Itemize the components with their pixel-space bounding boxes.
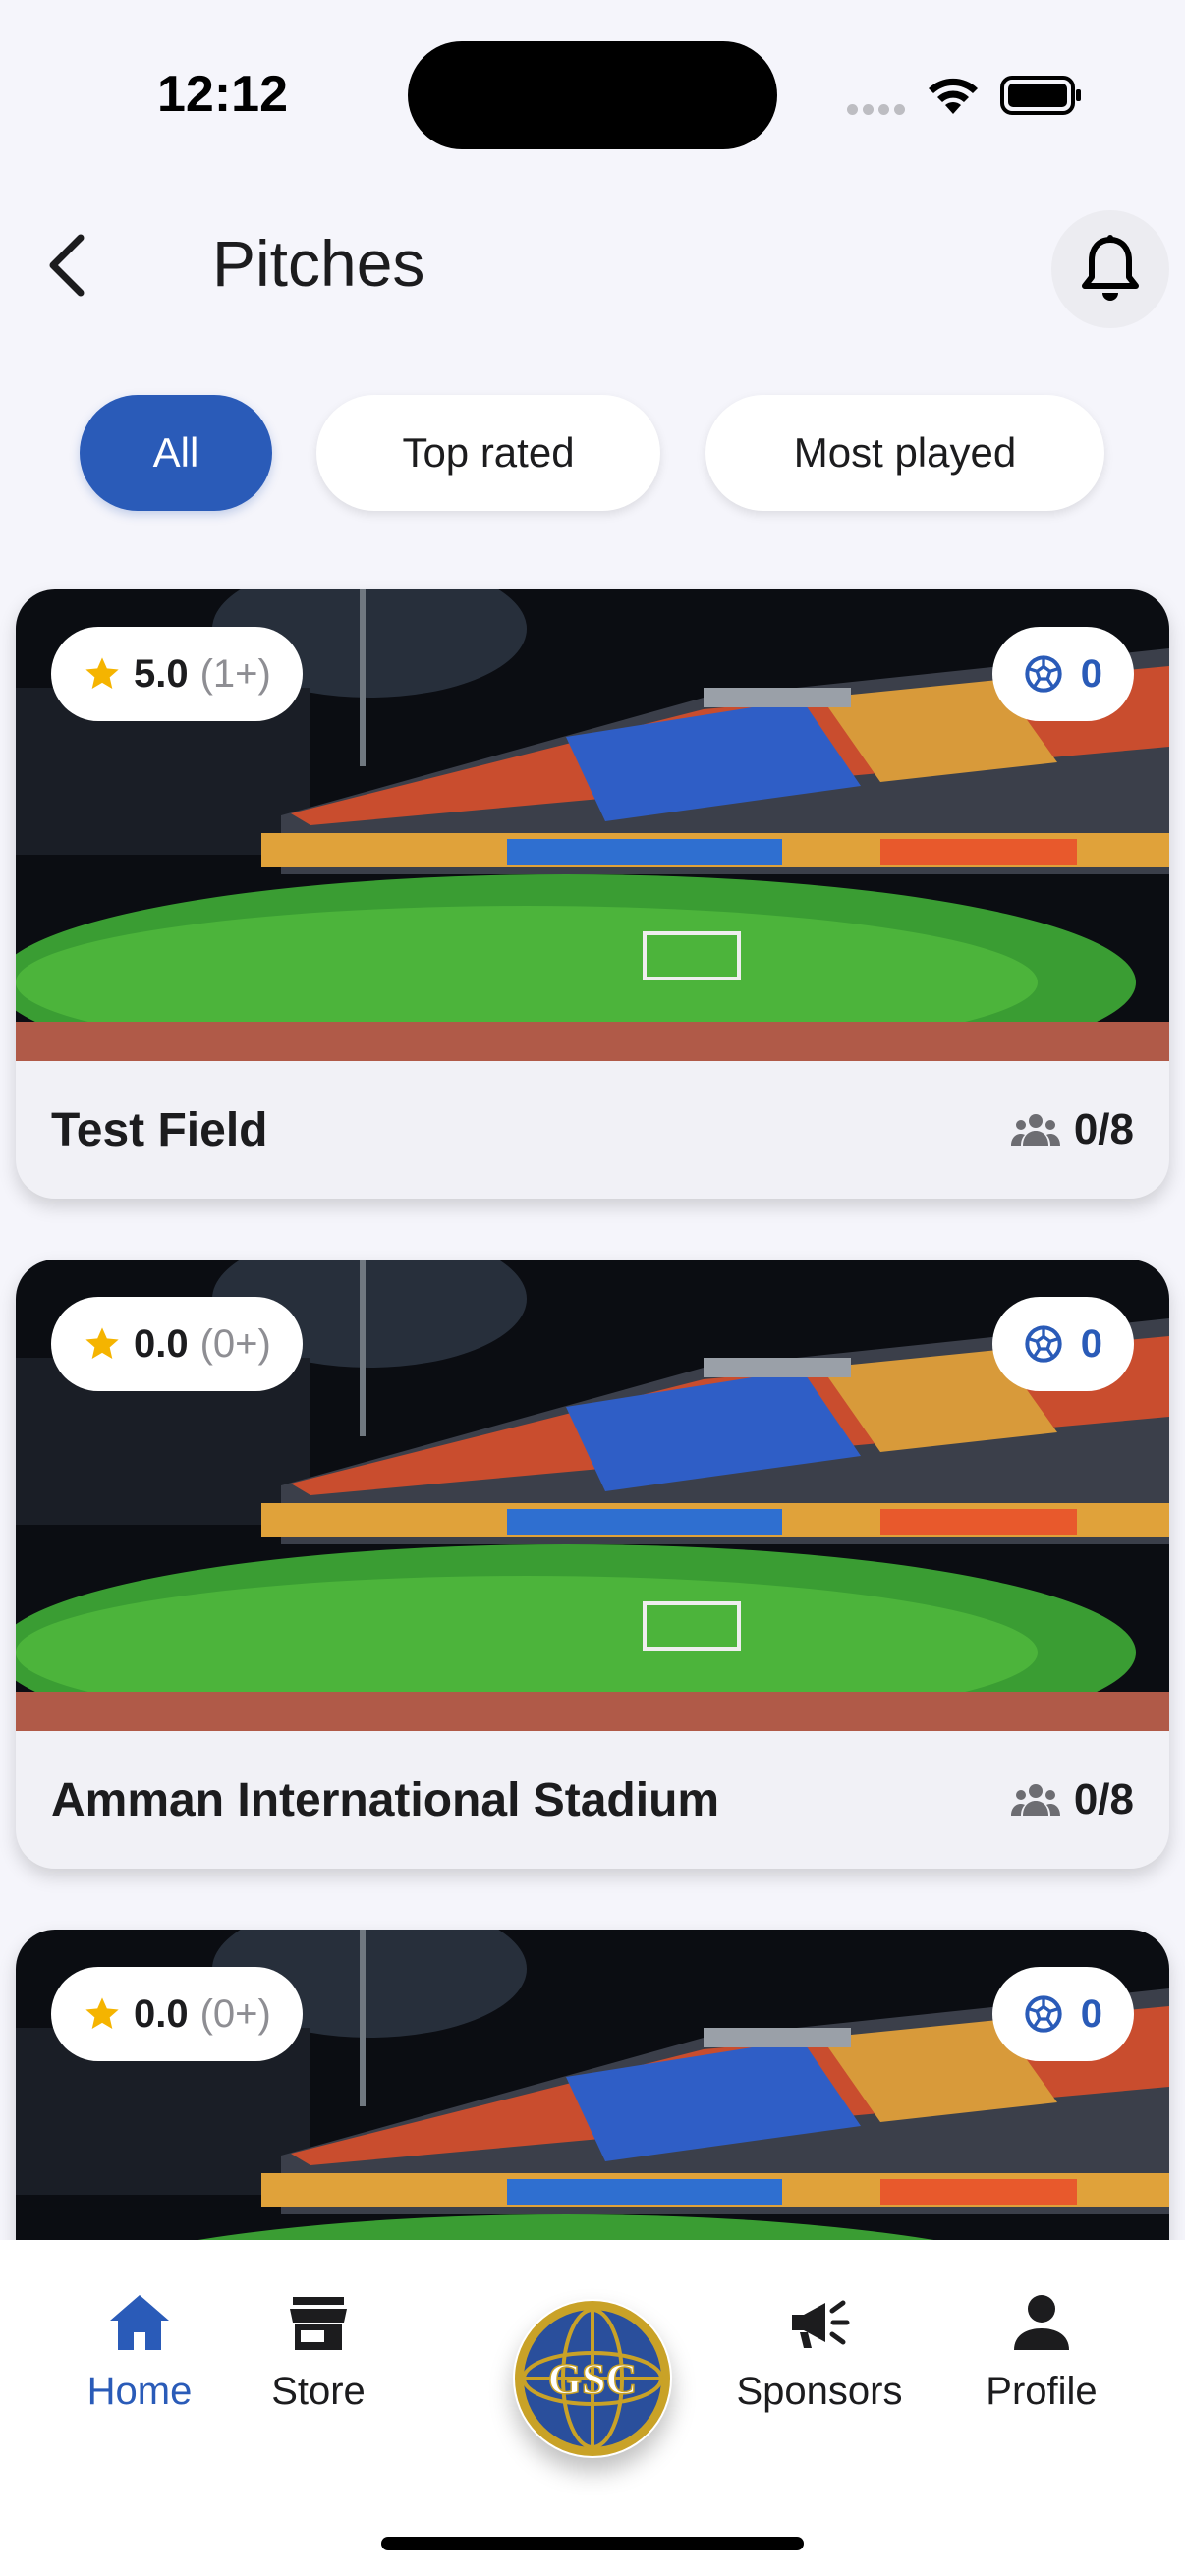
card-footer: Test Field 0/8 xyxy=(16,1061,1169,1199)
star-icon xyxy=(85,657,119,689)
rating-badge: 5.0 (1+) xyxy=(51,627,303,721)
pitch-card[interactable]: 0.0 (0+) 0 Amman International Stadium 0… xyxy=(16,1260,1169,1869)
nav-item-store[interactable]: Store xyxy=(220,2289,417,2414)
status-bar: 12:12 xyxy=(0,0,1185,187)
pitch-name: Amman International Stadium xyxy=(51,1773,720,1826)
pitch-card[interactable]: 0.0 (0+) 0 xyxy=(16,1930,1169,2240)
pitch-name: Test Field xyxy=(51,1103,268,1156)
megaphone-icon xyxy=(792,2300,850,2348)
nav-label-home: Home xyxy=(86,2370,193,2413)
filter-chip-most-played[interactable]: Most played xyxy=(705,395,1104,511)
battery-icon xyxy=(1000,76,1081,115)
rating-badge: 0.0 (0+) xyxy=(51,1967,303,2061)
nav-label-profile: Profile xyxy=(986,2370,1098,2413)
notification-button[interactable] xyxy=(1051,210,1169,328)
person-icon xyxy=(1014,2295,1069,2350)
nav-label-sponsors: Sponsors xyxy=(736,2370,903,2413)
nav-item-sponsors[interactable]: Sponsors xyxy=(721,2289,918,2414)
star-icon xyxy=(85,1327,119,1359)
home-indicator[interactable] xyxy=(381,2537,804,2550)
soccer-ball-icon xyxy=(1025,655,1062,693)
matches-count: 0 xyxy=(1080,1321,1102,1366)
rating-count: (0+) xyxy=(199,1991,271,2036)
rating-count: (1+) xyxy=(199,651,271,696)
signal-dots-icon xyxy=(847,102,910,120)
status-time: 12:12 xyxy=(157,66,288,123)
chevron-left-icon[interactable] xyxy=(39,228,94,303)
pitch-list[interactable]: 5.0 (1+) 0 Test Field 0/8 0.0 (0+) 0 Amm… xyxy=(0,550,1185,2240)
rating-badge: 0.0 (0+) xyxy=(51,1297,303,1391)
players-count: 0/8 xyxy=(1010,1105,1134,1154)
gsc-logo-button[interactable]: GSC xyxy=(513,2299,672,2458)
logo-text: GSC xyxy=(548,2355,637,2403)
soccer-ball-icon xyxy=(1025,1995,1062,2033)
nav-item-home[interactable]: Home xyxy=(41,2289,238,2414)
gsc-logo-icon: GSC xyxy=(515,2301,670,2456)
group-icon xyxy=(1010,1784,1060,1816)
page-title: Pitches xyxy=(212,227,425,300)
nav-label-store: Store xyxy=(271,2370,366,2413)
matches-badge: 0 xyxy=(991,1967,1134,2061)
filter-chip-top-rated[interactable]: Top rated xyxy=(316,395,660,511)
soccer-ball-icon xyxy=(1025,1325,1062,1363)
store-icon xyxy=(290,2297,347,2350)
players-count: 0/8 xyxy=(1010,1775,1134,1824)
matches-count: 0 xyxy=(1080,651,1102,696)
players-value: 0/8 xyxy=(1073,1775,1134,1823)
matches-count: 0 xyxy=(1080,1991,1102,2036)
pitch-card[interactable]: 5.0 (1+) 0 Test Field 0/8 xyxy=(16,589,1169,1199)
filter-chip-all[interactable]: All xyxy=(80,395,272,511)
rating-value: 0.0 xyxy=(134,1991,189,2036)
nav-item-profile[interactable]: Profile xyxy=(943,2289,1140,2414)
rating-value: 0.0 xyxy=(134,1321,189,1366)
bell-icon xyxy=(1082,235,1139,301)
group-icon xyxy=(1010,1114,1060,1146)
players-value: 0/8 xyxy=(1073,1105,1134,1153)
home-icon xyxy=(110,2295,169,2350)
matches-badge: 0 xyxy=(991,627,1134,721)
wifi-icon xyxy=(929,78,978,114)
card-footer: Amman International Stadium 0/8 xyxy=(16,1731,1169,1869)
star-icon xyxy=(85,1997,119,2029)
matches-badge: 0 xyxy=(991,1297,1134,1391)
dynamic-island xyxy=(408,41,777,149)
bottom-nav: Home Store GSC Sponsors Profile xyxy=(0,2240,1185,2576)
rating-count: (0+) xyxy=(199,1321,271,1366)
rating-value: 5.0 xyxy=(134,651,189,696)
